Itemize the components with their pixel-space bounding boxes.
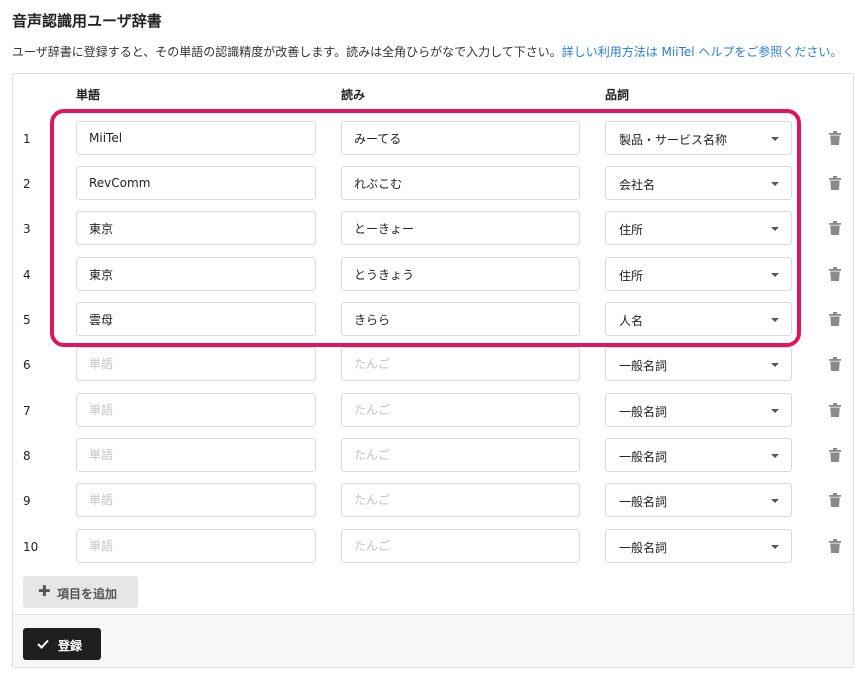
page-title: 音声認識用ユーザ辞書 — [12, 12, 162, 30]
register-label: 登録 — [58, 639, 83, 653]
table-row: 9 一般名詞 — [12, 480, 854, 525]
pos-select-value: 一般名詞 — [619, 405, 668, 419]
word-input[interactable] — [76, 347, 316, 381]
table-row: 7 一般名詞 — [12, 390, 854, 435]
trash-icon[interactable] — [829, 220, 841, 235]
reading-input[interactable] — [341, 211, 580, 245]
trash-icon[interactable] — [829, 492, 841, 507]
pos-select[interactable]: 一般名詞 — [605, 347, 792, 381]
trash-icon[interactable] — [829, 311, 841, 326]
trash-icon[interactable] — [829, 447, 841, 462]
column-header-pos: 品詞 — [605, 88, 630, 102]
reading-input[interactable] — [341, 529, 580, 563]
reading-input[interactable] — [341, 257, 580, 291]
row-number: 8 — [23, 449, 31, 463]
reading-input[interactable] — [341, 347, 580, 381]
caret-down-icon — [771, 137, 779, 141]
word-input[interactable] — [76, 438, 316, 472]
row-number: 3 — [23, 222, 31, 236]
panel-footer — [13, 614, 853, 667]
caret-down-icon — [771, 363, 779, 367]
reading-input[interactable] — [341, 302, 580, 336]
trash-icon[interactable] — [829, 356, 841, 371]
word-input[interactable] — [76, 302, 316, 336]
reading-input[interactable] — [341, 393, 580, 427]
add-item-button[interactable]: ✚ 項目を追加 — [23, 576, 138, 608]
row-number: 10 — [23, 540, 39, 554]
table-row: 10 一般名詞 — [12, 526, 854, 571]
caret-down-icon — [771, 409, 779, 413]
row-number: 1 — [23, 132, 31, 146]
table-row: 5 人名 — [12, 299, 854, 344]
pos-select-value: 一般名詞 — [619, 359, 668, 373]
word-input[interactable] — [76, 121, 316, 155]
pos-select-value: 人名 — [619, 314, 644, 328]
reading-input[interactable] — [341, 166, 580, 200]
pos-select-value: 一般名詞 — [619, 450, 668, 464]
caret-down-icon — [771, 227, 779, 231]
caret-down-icon — [771, 499, 779, 503]
pos-select-value: 住所 — [619, 269, 644, 283]
pos-select-value: 会社名 — [619, 178, 656, 192]
word-input[interactable] — [76, 211, 316, 245]
plus-icon: ✚ — [38, 582, 51, 600]
caret-down-icon — [771, 545, 779, 549]
caret-down-icon — [771, 318, 779, 322]
help-link[interactable]: 詳しい利用方法は MiiTel ヘルプをご参照ください。 — [562, 45, 843, 59]
caret-down-icon — [771, 273, 779, 277]
trash-icon[interactable] — [829, 402, 841, 417]
trash-icon[interactable] — [829, 175, 841, 190]
pos-select[interactable]: 一般名詞 — [605, 438, 792, 472]
reading-input[interactable] — [341, 121, 580, 155]
row-number: 6 — [23, 358, 31, 372]
word-input[interactable] — [76, 483, 316, 517]
row-number: 5 — [23, 313, 31, 327]
pos-select[interactable]: 人名 — [605, 302, 792, 336]
check-icon — [37, 638, 49, 652]
pos-select-value: 一般名詞 — [619, 541, 668, 555]
pos-select-value: 一般名詞 — [619, 495, 668, 509]
row-number: 4 — [23, 268, 31, 282]
word-input[interactable] — [76, 166, 316, 200]
word-input[interactable] — [76, 257, 316, 291]
pos-select[interactable]: 製品・サービス名称 — [605, 121, 792, 155]
row-number: 7 — [23, 404, 31, 418]
row-number: 9 — [23, 494, 31, 508]
column-header-word: 単語 — [76, 88, 101, 102]
description-text: ユーザ辞書に登録すると、その単語の認識精度が改善します。読みは全角ひらがなで入力… — [12, 45, 562, 59]
column-header-reading: 読み — [341, 88, 366, 102]
caret-down-icon — [771, 182, 779, 186]
trash-icon[interactable] — [829, 538, 841, 553]
table-row: 6 一般名詞 — [12, 344, 854, 389]
add-item-label: 項目を追加 — [57, 587, 118, 601]
pos-select[interactable]: 一般名詞 — [605, 393, 792, 427]
pos-select-value: 住所 — [619, 223, 644, 237]
pos-select[interactable]: 住所 — [605, 211, 792, 245]
pos-select[interactable]: 会社名 — [605, 166, 792, 200]
table-row: 8 一般名詞 — [12, 435, 854, 480]
table-row: 4 住所 — [12, 254, 854, 299]
table-row: 2 会社名 — [12, 163, 854, 208]
reading-input[interactable] — [341, 438, 580, 472]
reading-input[interactable] — [341, 483, 580, 517]
pos-select[interactable]: 住所 — [605, 257, 792, 291]
pos-select[interactable]: 一般名詞 — [605, 529, 792, 563]
pos-select[interactable]: 一般名詞 — [605, 483, 792, 517]
register-button[interactable]: 登録 — [23, 628, 101, 660]
row-number: 2 — [23, 177, 31, 191]
pos-select-value: 製品・サービス名称 — [619, 133, 728, 147]
table-row: 3 住所 — [12, 208, 854, 253]
table-row: 1 製品・サービス名称 — [12, 118, 854, 163]
trash-icon[interactable] — [829, 266, 841, 281]
caret-down-icon — [771, 454, 779, 458]
trash-icon[interactable] — [829, 130, 841, 145]
page-description: ユーザ辞書に登録すると、その単語の認識精度が改善します。読みは全角ひらがなで入力… — [12, 43, 842, 60]
word-input[interactable] — [76, 529, 316, 563]
word-input[interactable] — [76, 393, 316, 427]
